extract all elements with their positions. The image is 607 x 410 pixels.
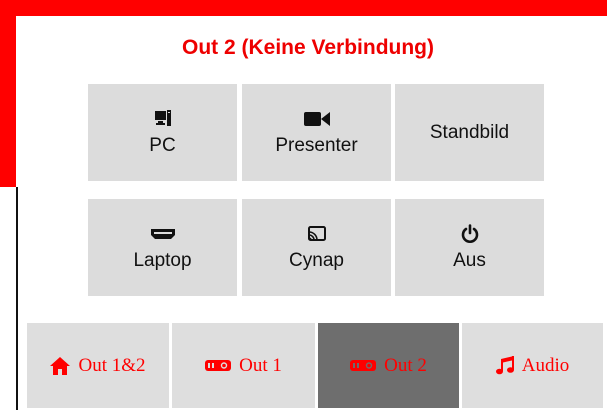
tab-audio[interactable]: Audio xyxy=(462,323,603,408)
tab-out-1-2[interactable]: Out 1&2 xyxy=(27,323,169,408)
cast-screen-icon xyxy=(307,223,326,245)
projector-icon xyxy=(350,359,377,373)
red-top-border xyxy=(0,0,607,16)
tab-label-out-2: Out 2 xyxy=(384,354,427,376)
music-note-icon xyxy=(495,355,514,376)
source-button-presenter[interactable]: Presenter xyxy=(242,84,391,181)
source-label-aus: Aus xyxy=(453,249,486,271)
tab-out-1[interactable]: Out 1 xyxy=(172,323,315,408)
left-divider-line xyxy=(16,187,18,410)
source-label-standbild: Standbild xyxy=(429,121,510,143)
desktop-computer-icon xyxy=(154,108,171,130)
output-title: Out 2 (Keine Verbindung) xyxy=(181,36,434,59)
control-panel: Out 2 (Keine Verbindung) PC Presenter St… xyxy=(0,0,607,410)
source-button-pc[interactable]: PC xyxy=(88,84,237,181)
hdmi-port-icon xyxy=(150,223,176,245)
source-button-laptop[interactable]: Laptop xyxy=(88,199,237,296)
source-button-aus[interactable]: Aus xyxy=(395,199,544,296)
source-label-presenter: Presenter xyxy=(275,134,358,156)
tab-out-2[interactable]: Out 2 xyxy=(318,323,459,408)
source-button-standbild[interactable]: Standbild xyxy=(395,84,544,181)
power-icon xyxy=(461,223,479,245)
tab-label-audio: Audio xyxy=(521,354,570,376)
projector-icon xyxy=(205,359,232,373)
home-icon xyxy=(50,356,71,375)
tab-label-out-1: Out 1 xyxy=(239,354,282,376)
video-camera-icon xyxy=(303,108,330,130)
source-label-pc: PC xyxy=(149,134,176,156)
source-label-laptop: Laptop xyxy=(133,249,192,271)
source-label-cynap: Cynap xyxy=(289,249,344,271)
tab-label-out-1-2: Out 1&2 xyxy=(78,354,146,376)
source-button-cynap[interactable]: Cynap xyxy=(242,199,391,296)
red-left-border xyxy=(0,16,16,187)
